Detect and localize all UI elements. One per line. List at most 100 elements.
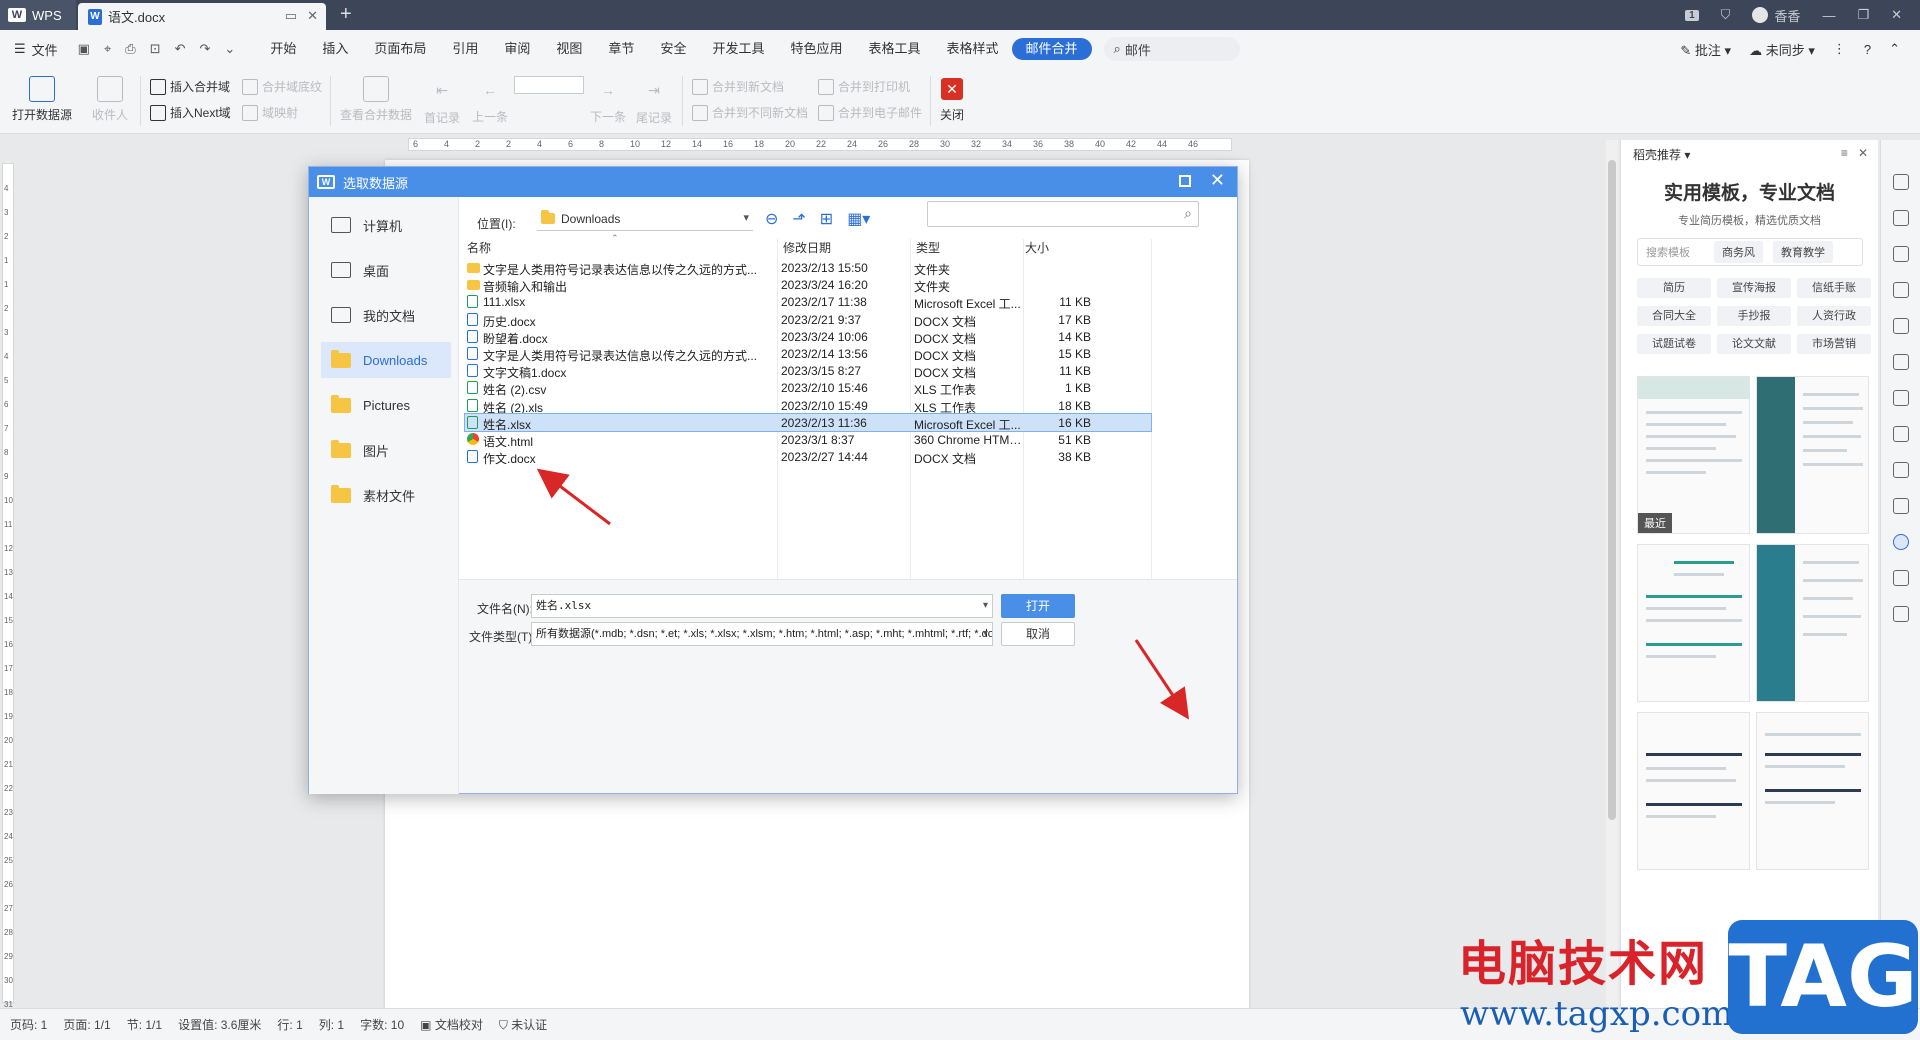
- file-row[interactable]: 历史.docx 2023/2/21 9:37 DOCX 文档 17 KB: [465, 311, 1185, 329]
- file-row[interactable]: 文字文稿1.docx 2023/3/15 8:27 DOCX 文档 11 KB: [465, 362, 1185, 380]
- menu-security[interactable]: 安全: [647, 38, 699, 60]
- settings-icon[interactable]: [1893, 354, 1909, 370]
- file-row[interactable]: 文字是人类用符号记录表达信息以传之久远的方式... 2023/2/13 15:50…: [465, 259, 1185, 277]
- file-search-input[interactable]: ⌕: [927, 201, 1199, 227]
- next-record-button[interactable]: → 下一条: [590, 82, 626, 125]
- restore-tab-icon[interactable]: ▭: [285, 8, 297, 24]
- help-icon[interactable]: ?: [1864, 42, 1871, 57]
- menu-review[interactable]: 审阅: [491, 38, 543, 60]
- new-tab-button[interactable]: +: [340, 3, 352, 26]
- undo-icon[interactable]: ↶: [175, 41, 186, 57]
- status-word-count[interactable]: 字数: 10: [360, 1016, 404, 1033]
- pointer-icon[interactable]: [1893, 210, 1909, 226]
- merge-to-new-doc-button[interactable]: 合并到新文档: [692, 78, 784, 95]
- category-handout[interactable]: 手抄报: [1717, 306, 1791, 326]
- pen-icon[interactable]: [1893, 174, 1909, 190]
- category-hr[interactable]: 人资行政: [1797, 306, 1871, 326]
- file-row[interactable]: 语文.html 2023/3/1 8:37 360 Chrome HTML... 51…: [465, 431, 1185, 449]
- horizontal-ruler[interactable]: 6 4 2 2 4 6 8 10 12 14 16 18 20 22 24 26 28 30 32 34 36 38 40 4…: [0, 135, 1600, 153]
- field-mapping-button[interactable]: 域映射: [242, 104, 298, 121]
- column-name-header[interactable]: 名称: [467, 239, 491, 256]
- menu-page-layout[interactable]: 页面布局: [361, 38, 439, 60]
- file-row[interactable]: 作文.docx 2023/2/27 14:44 DOCX 文档 38 KB: [465, 448, 1185, 466]
- format-painter-icon[interactable]: ⌖: [104, 41, 111, 57]
- menu-features[interactable]: 特色应用: [777, 38, 855, 60]
- chevron-down-icon[interactable]: ▾: [983, 595, 988, 617]
- panel-close-icon[interactable]: ✕: [1858, 146, 1868, 160]
- menu-mail-merge[interactable]: 邮件合并: [1011, 38, 1092, 60]
- sidebar-item-materials[interactable]: 素材文件: [321, 477, 451, 513]
- layout-icon[interactable]: [1893, 390, 1909, 406]
- template-icon[interactable]: [1893, 534, 1909, 550]
- recipients-button[interactable]: 收件人: [92, 76, 128, 123]
- sidebar-item-images[interactable]: 图片: [321, 432, 451, 468]
- close-merge-button[interactable]: ✕ 关闭: [940, 78, 964, 123]
- status-proofing[interactable]: ▣ 文档校对: [420, 1016, 483, 1033]
- more-quick-icon[interactable]: ⌄: [224, 41, 235, 57]
- file-row[interactable]: 姓名 (2).csv 2023/2/10 15:46 XLS 工作表 1 KB: [465, 379, 1185, 397]
- document-tab[interactable]: W 语文.docx ▭ ✕: [78, 3, 326, 30]
- record-number-input[interactable]: [514, 76, 584, 94]
- filetype-select[interactable]: 所有数据源(*.mdb; *.dsn; *.et; *.xls; *.xlsx;…: [531, 622, 993, 646]
- menu-references[interactable]: 引用: [439, 38, 491, 60]
- first-record-button[interactable]: ⇤ 首记录: [424, 82, 460, 126]
- up-folder-icon[interactable]: ⬏: [792, 209, 805, 229]
- cancel-button[interactable]: 取消: [1001, 622, 1075, 646]
- menu-view[interactable]: 视图: [543, 38, 595, 60]
- menu-table-style[interactable]: 表格样式: [934, 38, 1012, 60]
- category-poster[interactable]: 宣传海报: [1717, 278, 1791, 298]
- close-icon[interactable]: ✕: [1210, 170, 1225, 191]
- menu-section[interactable]: 章节: [595, 38, 647, 60]
- menu-developer[interactable]: 开发工具: [699, 38, 777, 60]
- sidebar-item-computer[interactable]: 计算机: [321, 207, 451, 243]
- merge-field-shading-button[interactable]: 合并域底纹: [242, 78, 322, 95]
- panel-header[interactable]: 稻壳推荐 ▾: [1633, 146, 1690, 163]
- merge-to-printer-button[interactable]: 合并到打印机: [818, 78, 910, 95]
- view-merged-data-button[interactable]: 查看合并数据: [340, 76, 412, 123]
- status-line[interactable]: 行: 1: [277, 1016, 302, 1033]
- open-button[interactable]: 打开: [1001, 594, 1075, 618]
- sync-button[interactable]: ☁ 未同步 ▾: [1749, 40, 1815, 59]
- status-setting[interactable]: 设置值: 3.6厘米: [178, 1016, 261, 1033]
- maximize-icon[interactable]: ❐: [1857, 7, 1869, 23]
- location-select[interactable]: Downloads ▾: [537, 207, 753, 231]
- column-size-header[interactable]: 大小: [1025, 239, 1049, 256]
- category-resume[interactable]: 简历: [1637, 278, 1711, 298]
- insert-next-field-button[interactable]: 插入Next域: [150, 104, 231, 121]
- view-mode-icon[interactable]: ▦▾: [847, 209, 870, 229]
- close-window-icon[interactable]: ✕: [1891, 7, 1902, 23]
- vertical-scrollbar[interactable]: [1606, 140, 1618, 1008]
- status-certification[interactable]: ⛉ 未认证: [499, 1016, 547, 1033]
- last-record-button[interactable]: ⇥ 尾记录: [636, 82, 672, 126]
- file-row[interactable]: 姓名 (2).xls 2023/2/10 15:49 XLS 工作表 18 KB: [465, 397, 1185, 415]
- print-preview-icon[interactable]: ⊡: [150, 41, 161, 57]
- status-page-number[interactable]: 页码: 1: [10, 1016, 47, 1033]
- menu-table-tools[interactable]: 表格工具: [855, 38, 933, 60]
- menu-insert[interactable]: 插入: [309, 38, 361, 60]
- template-thumbnail[interactable]: [1637, 544, 1750, 702]
- status-pages[interactable]: 页面: 1/1: [63, 1016, 110, 1033]
- category-exam[interactable]: 试题试卷: [1637, 334, 1711, 354]
- template-thumbnail[interactable]: [1756, 544, 1869, 702]
- sidebar-item-downloads[interactable]: Downloads: [321, 342, 451, 378]
- sidebar-item-desktop[interactable]: 桌面: [321, 252, 451, 288]
- redo-icon[interactable]: ↷: [200, 41, 211, 57]
- wps-home-tab[interactable]: W WPS: [0, 0, 76, 30]
- backup-icon[interactable]: [1893, 462, 1909, 478]
- more-icon[interactable]: ⋮: [1833, 41, 1846, 57]
- chip-education[interactable]: 教育教学: [1773, 241, 1833, 263]
- prev-record-button[interactable]: ← 上一条: [472, 82, 508, 125]
- template-thumbnail[interactable]: [1637, 712, 1750, 870]
- print-icon[interactable]: ⎙: [125, 41, 135, 57]
- file-row[interactable]: 文字是人类用符号记录表达信息以传之久远的方式... 2023/2/14 13:56…: [465, 345, 1185, 363]
- menu-start[interactable]: 开始: [257, 38, 309, 60]
- chip-business[interactable]: 商务风: [1714, 241, 1763, 263]
- panel-menu-icon[interactable]: ≡: [1841, 146, 1848, 160]
- table-icon[interactable]: [1893, 318, 1909, 334]
- comment-button[interactable]: ✎ 批注 ▾: [1680, 40, 1731, 59]
- insert-merge-field-button[interactable]: 插入合并域: [150, 78, 230, 95]
- dialog-title-bar[interactable]: W 选取数据源 ✕: [309, 167, 1237, 197]
- image-icon[interactable]: [1893, 498, 1909, 514]
- category-marketing[interactable]: 市场营销: [1797, 334, 1871, 354]
- file-row[interactable]: 音频输入和输出 2023/3/24 16:20 文件夹: [465, 276, 1185, 294]
